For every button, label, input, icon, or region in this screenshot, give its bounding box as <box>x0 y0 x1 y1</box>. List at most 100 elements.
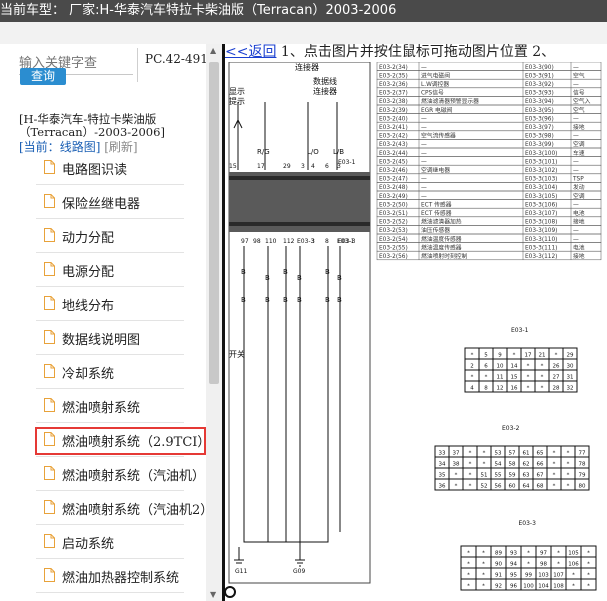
table-cell: 电池 <box>573 209 585 217</box>
menu-item[interactable]: 电源分配 <box>0 253 206 287</box>
table-cell: E03-2(43) <box>379 142 408 148</box>
menu-item-label: 数据线说明图 <box>62 333 141 348</box>
table-cell: — <box>421 151 427 157</box>
connector-pin: 16 <box>511 386 518 392</box>
menu-item-label: 燃油喷射系统（汽油机2） <box>62 503 214 518</box>
table-cell: E03-3(91) <box>525 73 554 79</box>
menu-item[interactable]: 燃油喷射系统（2.9TCI） <box>0 423 210 457</box>
pin-number: 29 <box>283 163 291 170</box>
connector-pin: 52 <box>481 484 488 490</box>
connector-pin: 10 <box>497 364 504 370</box>
document-icon <box>44 296 55 310</box>
document-icon <box>44 160 55 174</box>
table-cell: E03-2(35) <box>379 73 408 79</box>
connector-pin: 104 <box>538 584 549 590</box>
menu-item[interactable]: 保险丝继电器 <box>0 185 206 219</box>
wire-color-label: B <box>241 296 246 304</box>
connector-pin: 29 <box>567 353 574 359</box>
connector-pin: 91 <box>495 573 502 579</box>
menu-item[interactable]: 数据线说明图 <box>0 321 206 355</box>
ground-label: G09 <box>293 568 305 575</box>
pin-number: 3 <box>311 238 315 245</box>
menu-item-label: 动力分配 <box>62 231 115 246</box>
table-cell: — <box>573 202 579 208</box>
table-cell: — <box>573 168 579 174</box>
menu-item[interactable]: 冷却系统 <box>0 355 206 389</box>
menu-item[interactable]: 燃油喷射系统（汽油机） <box>0 457 206 491</box>
connector-pin: 90 <box>495 562 502 568</box>
table-cell: E03-2(54) <box>379 237 408 243</box>
table-row <box>376 216 602 226</box>
connector-pin: 79 <box>579 473 586 479</box>
menu-item[interactable]: 动力分配 <box>0 219 206 253</box>
window-title: 当前车型： 厂家:H-华泰汽车特拉卡柴油版（Terracan）2003-2006 <box>0 3 397 18</box>
connector-pin: * <box>469 484 472 490</box>
wire-color-label: L/O <box>307 148 319 156</box>
pin-number: 8 <box>325 238 329 245</box>
connector-pin: * <box>555 353 558 359</box>
ecu-module-stripe <box>229 176 370 180</box>
table-cell: — <box>421 185 427 191</box>
table-cell: — <box>421 116 427 122</box>
menu-item[interactable]: 燃油喷射系统（汽油机2） <box>0 491 213 525</box>
menu-item-label: 电路图识读 <box>62 163 128 178</box>
connector-pin: * <box>567 451 570 457</box>
connector-pin: 15 <box>511 375 518 381</box>
table-cell: TSP <box>572 177 584 183</box>
connector-pin: 92 <box>495 584 502 590</box>
connector-pin: 93 <box>510 551 517 557</box>
scroll-down-icon[interactable]: ▼ <box>210 590 216 599</box>
back-link[interactable]: <<返回 <box>225 44 276 60</box>
sidebar-scrollbar[interactable]: ▲ ▼ <box>206 44 222 601</box>
connector-pin: * <box>527 364 530 370</box>
table-cell: — <box>421 194 427 200</box>
menu-item[interactable]: 电路图识读 <box>0 151 206 185</box>
menu-item-label: 启动系统 <box>62 537 115 552</box>
connector-pin: 56 <box>495 484 502 490</box>
table-cell: 信号 <box>573 89 585 97</box>
connector-pin: 33 <box>439 451 446 457</box>
sidebar: 查询 PC.42-4916 [H-华泰汽车-特拉卡柴油版（Terracan）-2… <box>0 44 216 601</box>
table-cell: E03-3(97) <box>525 125 554 131</box>
table-cell: E03-2(56) <box>379 254 408 260</box>
connector-pin: * <box>467 573 470 579</box>
wire-color-label: B <box>337 296 342 304</box>
table-cell: 车速 <box>573 149 585 157</box>
connector-pin: * <box>513 353 516 359</box>
table-cell: E03-3(111) <box>525 245 557 251</box>
table-row <box>376 87 602 97</box>
menu-item[interactable]: 启动系统 <box>0 525 206 559</box>
connector-pin: 17 <box>525 353 532 359</box>
connector-id: E03-1 <box>338 159 356 166</box>
table-cell: — <box>573 228 579 234</box>
menu-item[interactable]: 燃油加热器控制系统 <box>0 559 206 593</box>
connector-pin: 11 <box>497 375 504 381</box>
connector-label: 数据线 <box>313 76 337 86</box>
connector-pin: * <box>467 551 470 557</box>
table-cell: E03-2(45) <box>379 159 408 165</box>
scrollbar-thumb[interactable] <box>209 62 219 384</box>
wire-color-label: B <box>265 274 270 282</box>
connector-pin: 108 <box>553 584 564 590</box>
wire-color-label: B <box>265 296 270 304</box>
table-cell: 空气流传感器 <box>421 132 456 140</box>
search-button[interactable]: 查询 <box>20 68 66 85</box>
table-row <box>376 173 602 183</box>
connector-pin: 2 <box>470 364 474 370</box>
connector-pin: * <box>527 375 530 381</box>
wiring-diagram[interactable]: 连接器数据线连接器显示提示R/G L/O L/B15 17 29 3 4 6 3E03-1E03… <box>225 62 607 601</box>
wire-color-label: B <box>241 268 246 276</box>
table-cell: E03-2(38) <box>379 99 408 105</box>
connector-pin: * <box>483 462 486 468</box>
table-cell: CPS信号 <box>421 89 444 97</box>
table-cell: E03-2(47) <box>379 177 408 183</box>
table-cell: — <box>421 142 427 148</box>
menu-item-label: 燃油喷射系统（汽油机） <box>62 469 206 484</box>
menu-item[interactable]: 燃油喷射系统 <box>0 389 206 423</box>
menu-item[interactable]: 地线分布 <box>0 287 206 321</box>
scroll-up-icon[interactable]: ▲ <box>210 46 216 55</box>
document-icon <box>44 194 55 208</box>
table-cell: — <box>421 65 427 71</box>
connector-pin: 30 <box>567 364 574 370</box>
table-cell: E03-2(44) <box>379 151 408 157</box>
